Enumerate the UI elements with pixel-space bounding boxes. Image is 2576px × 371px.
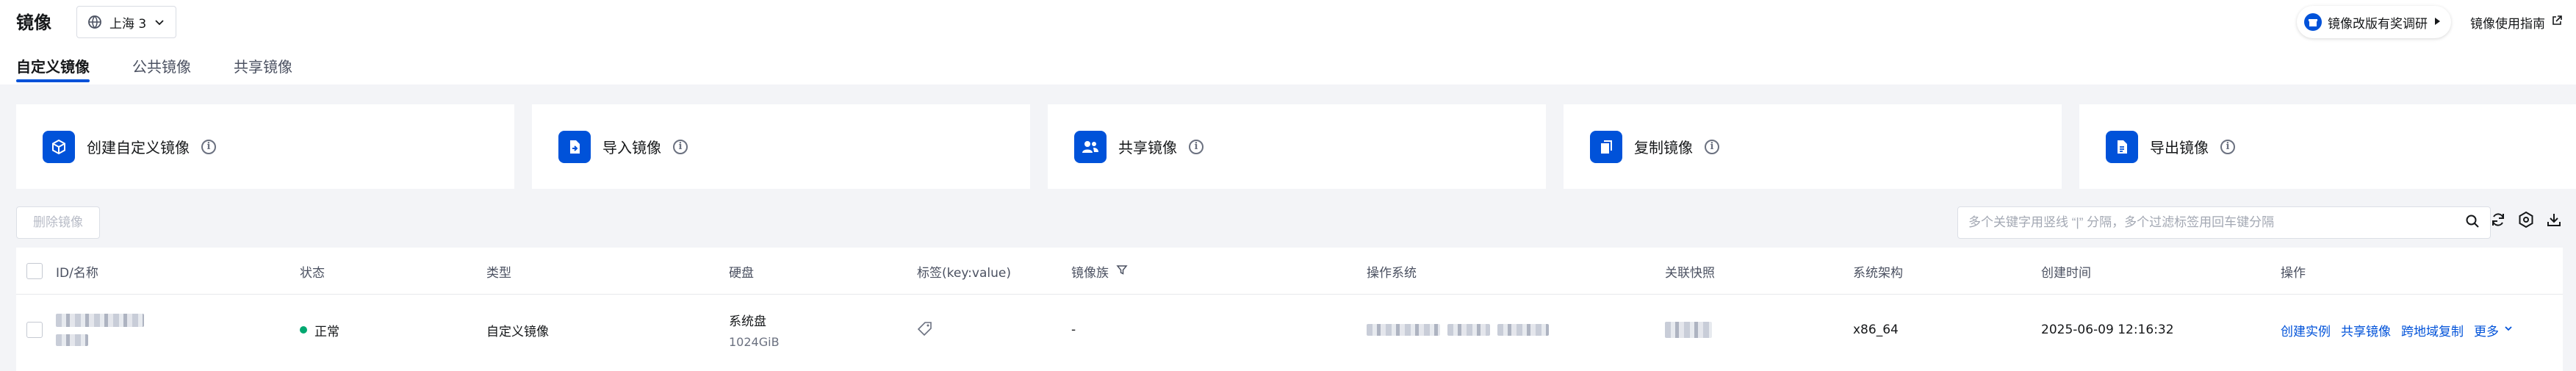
redacted-id [56, 314, 144, 327]
card-label: 创建自定义镜像 [87, 139, 190, 156]
region-label: 上海 3 [109, 16, 147, 32]
share-image-link[interactable]: 共享镜像 [2341, 321, 2391, 339]
tag-cell [917, 295, 933, 365]
globe-icon [87, 15, 102, 29]
column-header: 镜像族 [1071, 265, 1109, 281]
row-checkbox[interactable] [26, 295, 43, 365]
info-icon[interactable]: i [673, 139, 688, 154]
column-header: 关联快照 [1665, 265, 1715, 281]
table-header: ID/名称 状态 类型 硬盘 标签(key:value) 镜像族 操作系统 关联… [16, 248, 2563, 295]
status-text: 正常 [314, 324, 339, 339]
column-header: 状态 [300, 265, 325, 281]
gift-icon [2304, 13, 2322, 31]
info-icon[interactable]: i [1705, 139, 1719, 154]
cube-icon [43, 130, 75, 163]
external-link-icon [2551, 15, 2563, 30]
search-input[interactable] [1968, 215, 2465, 230]
copy-icon [1590, 130, 1622, 163]
guide-label: 镜像使用指南 [2470, 16, 2545, 32]
status-dot [300, 326, 307, 334]
tab-bar: 自定义镜像 公共镜像 共享镜像 [16, 53, 292, 82]
column-header: 创建时间 [2041, 265, 2091, 281]
more-dropdown[interactable]: 更多 [2474, 321, 2514, 339]
status-cell: 正常 [300, 295, 339, 365]
create-instance-link[interactable]: 创建实例 [2281, 321, 2331, 339]
list-toolbar: 删除镜像 [16, 206, 2563, 239]
create-custom-image-card[interactable]: 创建自定义镜像 i [16, 104, 514, 189]
import-file-icon [558, 130, 591, 163]
column-header: 硬盘 [729, 265, 754, 281]
guide-link[interactable]: 镜像使用指南 [2470, 13, 2563, 32]
share-image-card[interactable]: 共享镜像 i [1048, 104, 1546, 189]
family-column-header: 镜像族 [1071, 248, 1128, 295]
os-cell [1367, 295, 1549, 365]
top-bar: 镜像 上海 3 镜像改版有奖调研 镜像使用指南 自定义镜像 公共镜像 共享镜像 [0, 0, 2576, 84]
chevron-down-icon [154, 16, 165, 28]
export-image-card[interactable]: 导出镜像 i [2079, 104, 2576, 189]
redacted-os [1447, 324, 1490, 336]
copy-image-card[interactable]: 复制镜像 i [1564, 104, 2062, 189]
card-label: 复制镜像 [1634, 139, 1693, 156]
column-header: 操作 [2281, 265, 2306, 281]
created-cell: 2025-06-09 12:16:32 [2041, 323, 2174, 337]
info-icon[interactable]: i [201, 139, 216, 154]
redacted-snapshot [1665, 322, 1712, 338]
tab-shared-images[interactable]: 共享镜像 [234, 53, 292, 82]
column-header: 标签(key:value) [917, 265, 1011, 281]
family-cell: - [1071, 323, 1076, 337]
caret-right-icon [2433, 15, 2441, 29]
card-label: 导入镜像 [602, 139, 661, 156]
arch-cell: x86_64 [1853, 323, 1899, 337]
column-header: 类型 [486, 265, 511, 281]
search-icon[interactable] [2465, 214, 2480, 231]
redacted-os [1497, 324, 1549, 336]
card-label: 导出镜像 [2150, 139, 2209, 156]
disk-cell: 系统盘 1024GiB [729, 295, 780, 365]
info-icon[interactable]: i [1189, 139, 1204, 154]
region-selector[interactable]: 上海 3 [76, 6, 177, 38]
users-icon [1074, 130, 1107, 163]
export-file-icon [2106, 130, 2138, 163]
disk-type: 系统盘 [729, 314, 766, 329]
column-header: 系统架构 [1853, 265, 1903, 281]
action-cards: 创建自定义镜像 i 导入镜像 i 共享镜像 i 复制镜像 i 导出镜像 i [16, 104, 2576, 189]
more-label: 更多 [2474, 324, 2499, 339]
search-box [1957, 206, 2491, 239]
redacted-name [56, 334, 88, 346]
image-table: ID/名称 状态 类型 硬盘 标签(key:value) 镜像族 操作系统 关联… [16, 248, 2563, 371]
info-icon[interactable]: i [2220, 139, 2235, 154]
page-title: 镜像 [16, 12, 51, 33]
refresh-icon[interactable] [2489, 211, 2507, 231]
tab-public-images[interactable]: 公共镜像 [132, 53, 191, 82]
tab-custom-images[interactable]: 自定义镜像 [16, 53, 90, 82]
survey-button[interactable]: 镜像改版有奖调研 [2297, 6, 2451, 38]
image-id-name[interactable] [56, 295, 144, 365]
type-cell: 自定义镜像 [486, 324, 549, 339]
tag-icon[interactable] [917, 320, 933, 340]
column-header: ID/名称 [56, 265, 98, 281]
card-label: 共享镜像 [1118, 139, 1177, 156]
select-all-checkbox[interactable] [26, 248, 43, 295]
column-header: 操作系统 [1367, 265, 1417, 281]
chevron-down-icon [2503, 323, 2514, 337]
disk-size: 1024GiB [729, 335, 780, 349]
download-icon[interactable] [2545, 211, 2563, 231]
snapshot-cell[interactable] [1665, 295, 1712, 365]
import-image-card[interactable]: 导入镜像 i [532, 104, 1030, 189]
delete-image-button[interactable]: 删除镜像 [16, 206, 100, 239]
survey-label: 镜像改版有奖调研 [2328, 16, 2428, 32]
redacted-os [1367, 324, 1440, 336]
cross-region-copy-link[interactable]: 跨地域复制 [2401, 321, 2464, 339]
filter-icon[interactable] [1116, 264, 1128, 279]
settings-icon[interactable] [2517, 211, 2535, 231]
ops-cell: 创建实例 共享镜像 跨地域复制 更多 [2281, 295, 2514, 365]
